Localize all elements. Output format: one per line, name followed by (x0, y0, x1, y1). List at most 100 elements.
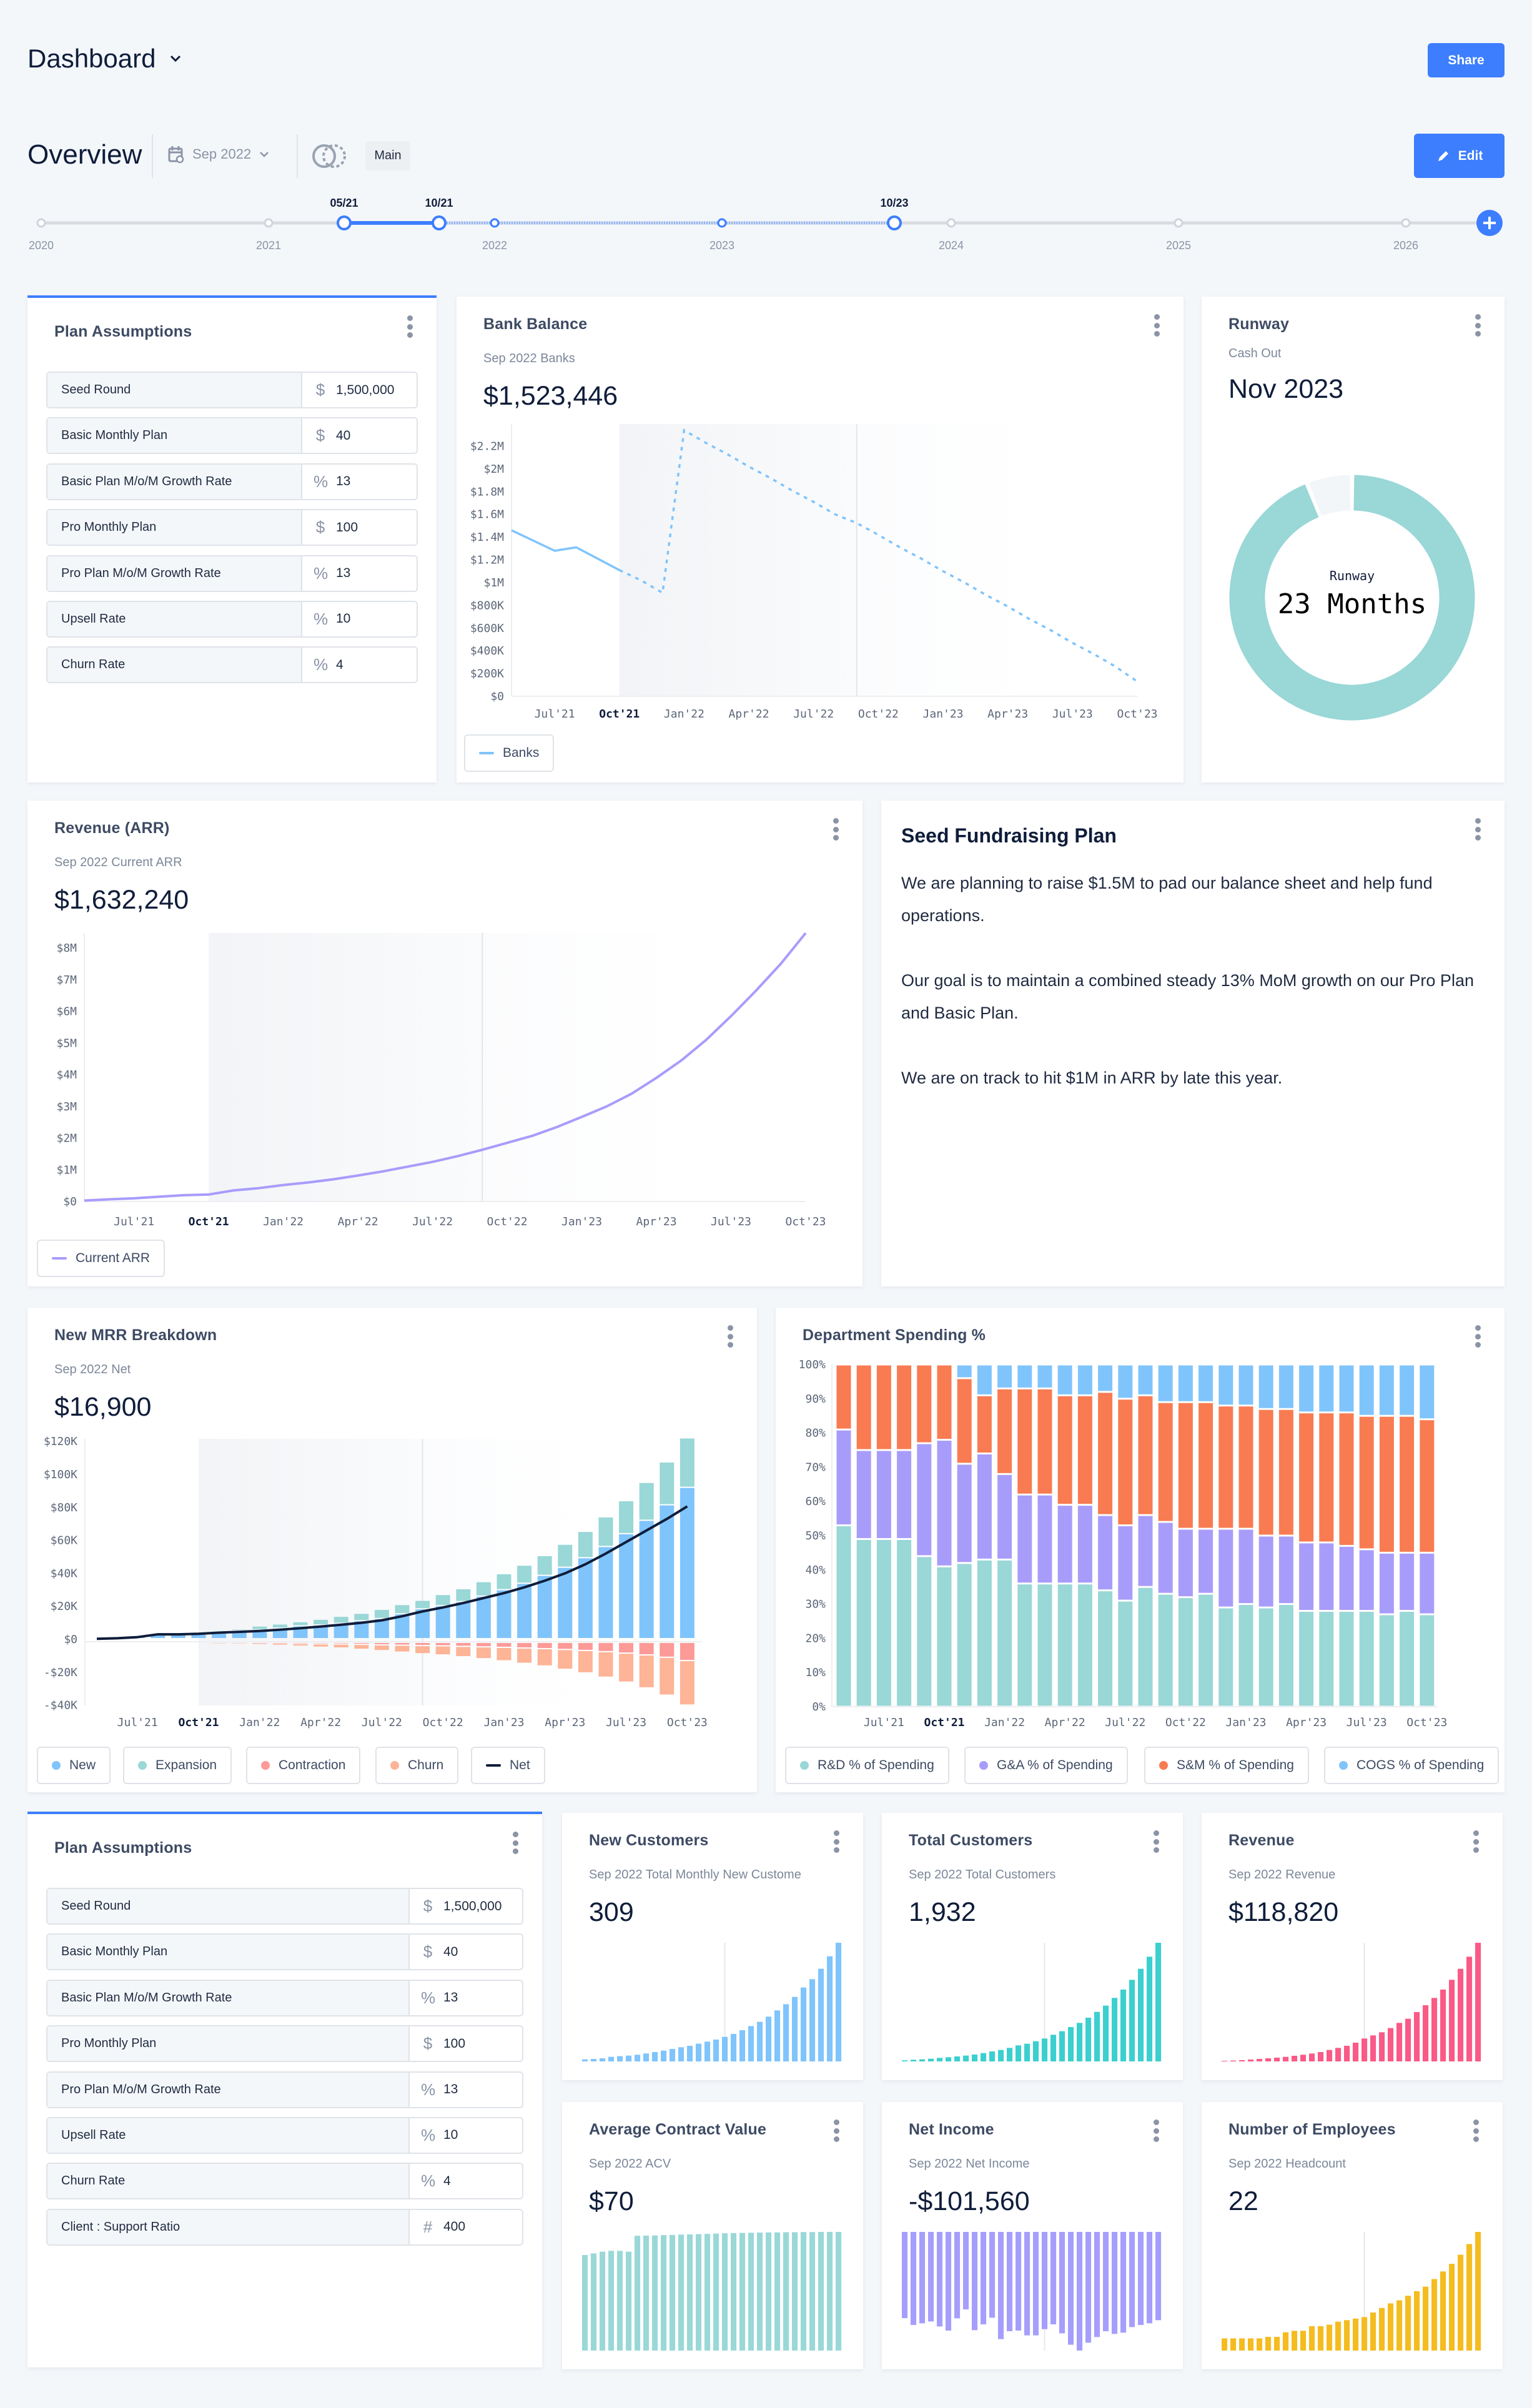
more-menu-icon[interactable] (1473, 818, 1482, 841)
assumption-label: Seed Round (47, 1889, 410, 1923)
x-tick-label: Jan'22 (263, 1215, 304, 1228)
legend-contraction[interactable]: Contraction (246, 1747, 361, 1784)
assumption-input[interactable]: $1,500,000 (410, 1889, 522, 1923)
assumption-input[interactable]: % 4 (302, 648, 417, 682)
mrr-bar-expansion (578, 1532, 593, 1557)
assumption-input[interactable]: $40 (410, 1935, 522, 1969)
assumption-input[interactable]: % 13 (410, 2073, 522, 2107)
dept-bar-segment (1178, 1598, 1193, 1706)
date-picker-value: Sep 2022 (192, 146, 252, 162)
x-tick-label: Jan'23 (561, 1215, 602, 1228)
x-tick-label: Apr'22 (729, 708, 769, 721)
assumption-row: Client : Support Ratio #400 (46, 2208, 523, 2246)
assumption-input[interactable]: % 13 (302, 465, 417, 499)
sparkline-bar (836, 1943, 842, 2061)
legend-snm[interactable]: S&M % of Spending (1144, 1747, 1309, 1784)
dept-bar-segment (836, 1526, 851, 1706)
date-picker[interactable]: Sep 2022 (167, 145, 270, 164)
x-tick-label: Jul'22 (1105, 1716, 1145, 1729)
legend-expansion[interactable]: Expansion (123, 1747, 232, 1784)
mrr-chart: -$40K -$20K $0 $20K $40K $60K $80K $100K $120K Ju… (44, 1435, 708, 1729)
dept-bar-segment (1379, 1615, 1394, 1706)
sparkline-bar (1094, 2232, 1100, 2337)
legend-cogs[interactable]: COGS % of Spending (1324, 1747, 1500, 1784)
add-marker-button[interactable] (1476, 210, 1503, 236)
legend-net[interactable]: Net (471, 1747, 545, 1784)
more-menu-icon[interactable] (511, 1832, 520, 1854)
sparkline-bar (1449, 2264, 1455, 2351)
edit-button[interactable]: Edit (1414, 134, 1505, 178)
y-tick-label: $8M (56, 942, 77, 955)
timeline-marker-handle[interactable] (432, 215, 447, 230)
assumption-input[interactable]: % 13 (410, 1981, 522, 2015)
mrr-bar-contraction (314, 1643, 329, 1644)
y-tick-label: $2M (483, 463, 504, 476)
dept-bar-segment (1158, 1365, 1173, 1401)
sparkline-bar (600, 2058, 606, 2061)
sparkline-bar (783, 2004, 789, 2061)
sparkline-bar (1077, 2232, 1083, 2351)
legend-label: Current ARR (76, 1251, 151, 1265)
share-button[interactable]: Share (1428, 43, 1505, 77)
timeline-year-label: 2022 (482, 239, 507, 252)
assumption-input[interactable]: % 10 (302, 602, 417, 636)
scenario-chip[interactable]: Main (365, 141, 410, 170)
legend-churn[interactable]: Churn (375, 1747, 459, 1784)
timeline-year-dot (264, 218, 274, 228)
legend-label: Expansion (156, 1758, 217, 1772)
sparkline-bar (1257, 2338, 1263, 2351)
assumption-input[interactable]: #400 (410, 2210, 522, 2244)
assumption-label: Basic Plan M/o/M Growth Rate (47, 1980, 410, 2015)
assumption-input[interactable]: % 4 (410, 2164, 522, 2198)
unit-icon: $ (315, 380, 325, 399)
mrr-bar-expansion (517, 1566, 532, 1583)
timeline-year-label: 2020 (29, 239, 54, 252)
dept-bar-segment (1299, 1413, 1314, 1542)
assumption-row: Pro Monthly Plan $100 (46, 509, 418, 546)
legend-banks[interactable]: Banks (464, 734, 555, 772)
bank-balance-card: Bank Balance Sep 2022 Banks $1,523,446 $… (457, 297, 1184, 782)
dept-bar-segment (1379, 1416, 1394, 1552)
sparkline-bar (989, 2051, 996, 2061)
sparkline-bar (1362, 2317, 1368, 2351)
sparkline-bar (1300, 2331, 1307, 2351)
metric-card: Number of Employees Sep 2022 Headcount 2… (1202, 2102, 1503, 2369)
assumption-value: 13 (336, 566, 351, 581)
legend-current-arr[interactable]: Current ARR (37, 1240, 166, 1277)
dept-bar-segment (1138, 1365, 1153, 1394)
assumption-value: 10 (443, 2128, 458, 2143)
legend-new[interactable]: New (37, 1747, 111, 1784)
dept-bar-segment (1400, 1612, 1415, 1706)
y-tick-label: 90% (805, 1393, 826, 1406)
legend-label: R&D % of Spending (818, 1758, 934, 1772)
legend-gna[interactable]: G&A % of Spending (964, 1747, 1128, 1784)
assumption-input[interactable]: % 10 (410, 2118, 522, 2153)
runway-card: Runway Cash Out Nov 2023 Runway 23 Month… (1202, 297, 1505, 782)
legend-rnd[interactable]: R&D % of Spending (785, 1747, 949, 1784)
dept-bar-segment (897, 1539, 912, 1706)
timeline-marker-handle[interactable] (337, 215, 352, 230)
sparkline-bar (792, 2232, 798, 2351)
x-tick-label: Jul'21 (117, 1716, 158, 1729)
assumption-input[interactable]: $100 (410, 2026, 522, 2061)
assumption-input[interactable]: $100 (302, 510, 417, 545)
assumption-input[interactable]: $40 (302, 418, 417, 453)
sparkline-bar (600, 2251, 606, 2351)
dept-bar-segment (1319, 1413, 1334, 1542)
more-menu-icon[interactable] (405, 315, 414, 338)
assumption-input[interactable]: % 13 (302, 556, 417, 591)
metric-card: Net Income Sep 2022 Net Income -$101,560 (882, 2102, 1183, 2369)
dept-bar-segment (1359, 1416, 1374, 1549)
assumption-input[interactable]: $1,500,000 (302, 373, 417, 407)
dept-bar-segment (1238, 1406, 1253, 1528)
dept-bar-segment (1098, 1591, 1113, 1706)
scenario-icon[interactable] (310, 142, 348, 170)
unit-icon: % (314, 655, 329, 674)
sparkline-bar (1309, 2326, 1315, 2351)
timeline[interactable]: 2020 2021 2022 2023 2024 2025 2026 05/21 10/21 10… (0, 187, 1532, 256)
dept-bar-segment (1258, 1365, 1273, 1408)
mrr-bar-expansion (232, 1629, 247, 1630)
dashboard-switcher[interactable]: Dashboard (27, 44, 182, 74)
sparkline-bar (608, 2251, 615, 2351)
timeline-marker-handle[interactable] (887, 215, 902, 230)
